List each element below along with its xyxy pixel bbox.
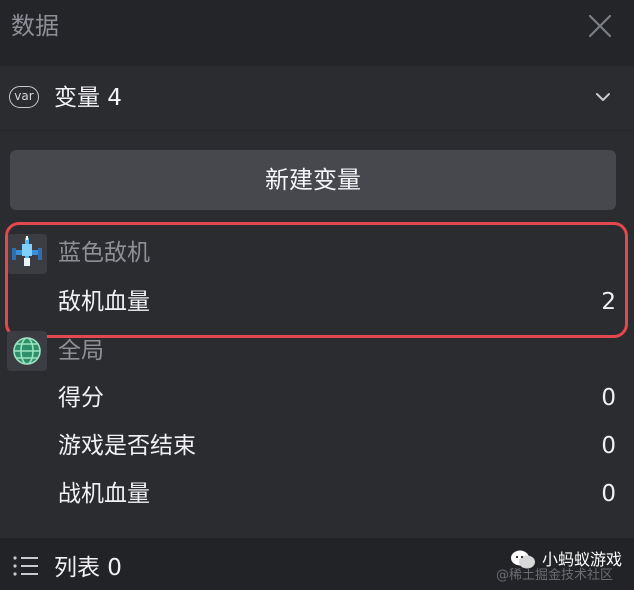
variable-name: 游戏是否结束 xyxy=(58,433,196,459)
chevron-down-icon xyxy=(596,93,610,101)
group-title-global: 全局 xyxy=(58,338,104,364)
watermark-subtext: @稀土掘金技术社区 xyxy=(496,568,614,583)
variable-row[interactable]: 战机血量 0 xyxy=(0,470,634,518)
close-icon xyxy=(588,14,612,38)
list-icon xyxy=(13,556,38,576)
panel-header: 数据 xyxy=(0,0,634,66)
variable-row[interactable]: 得分 0 xyxy=(0,374,634,422)
variable-value: 2 xyxy=(601,289,616,315)
variable-name: 得分 xyxy=(58,385,104,411)
new-variable-button[interactable]: 新建变量 xyxy=(10,150,616,210)
variables-section-title: 变量 4 xyxy=(54,85,122,111)
globe-icon xyxy=(7,331,47,371)
variable-value: 0 xyxy=(601,481,616,507)
variables-section-toggle[interactable]: var 变量 4 xyxy=(0,66,634,130)
variable-value: 0 xyxy=(601,433,616,459)
close-button[interactable] xyxy=(584,10,616,42)
lists-section-title: 列表 0 xyxy=(54,555,122,581)
section-divider xyxy=(0,130,634,131)
group-title-blue-enemy: 蓝色敌机 xyxy=(58,240,150,266)
blue-enemy-plane-icon xyxy=(7,234,47,274)
lists-section-toggle[interactable]: 列表 0 小蚂蚁游戏 @稀土掘金技术社区 xyxy=(0,538,634,590)
variable-row[interactable]: 游戏是否结束 0 xyxy=(0,422,634,470)
panel-title: 数据 xyxy=(11,12,59,40)
variable-name: 战机血量 xyxy=(58,481,150,507)
variable-value: 0 xyxy=(601,385,616,411)
variable-name: 敌机血量 xyxy=(58,289,150,315)
variable-icon: var xyxy=(9,86,39,108)
variable-row[interactable]: 敌机血量 2 xyxy=(0,278,634,326)
data-panel: 数据 var 变量 4 新建变量 蓝色敌机 敌机血量 2 全局 得分 0 游戏是… xyxy=(0,0,634,590)
